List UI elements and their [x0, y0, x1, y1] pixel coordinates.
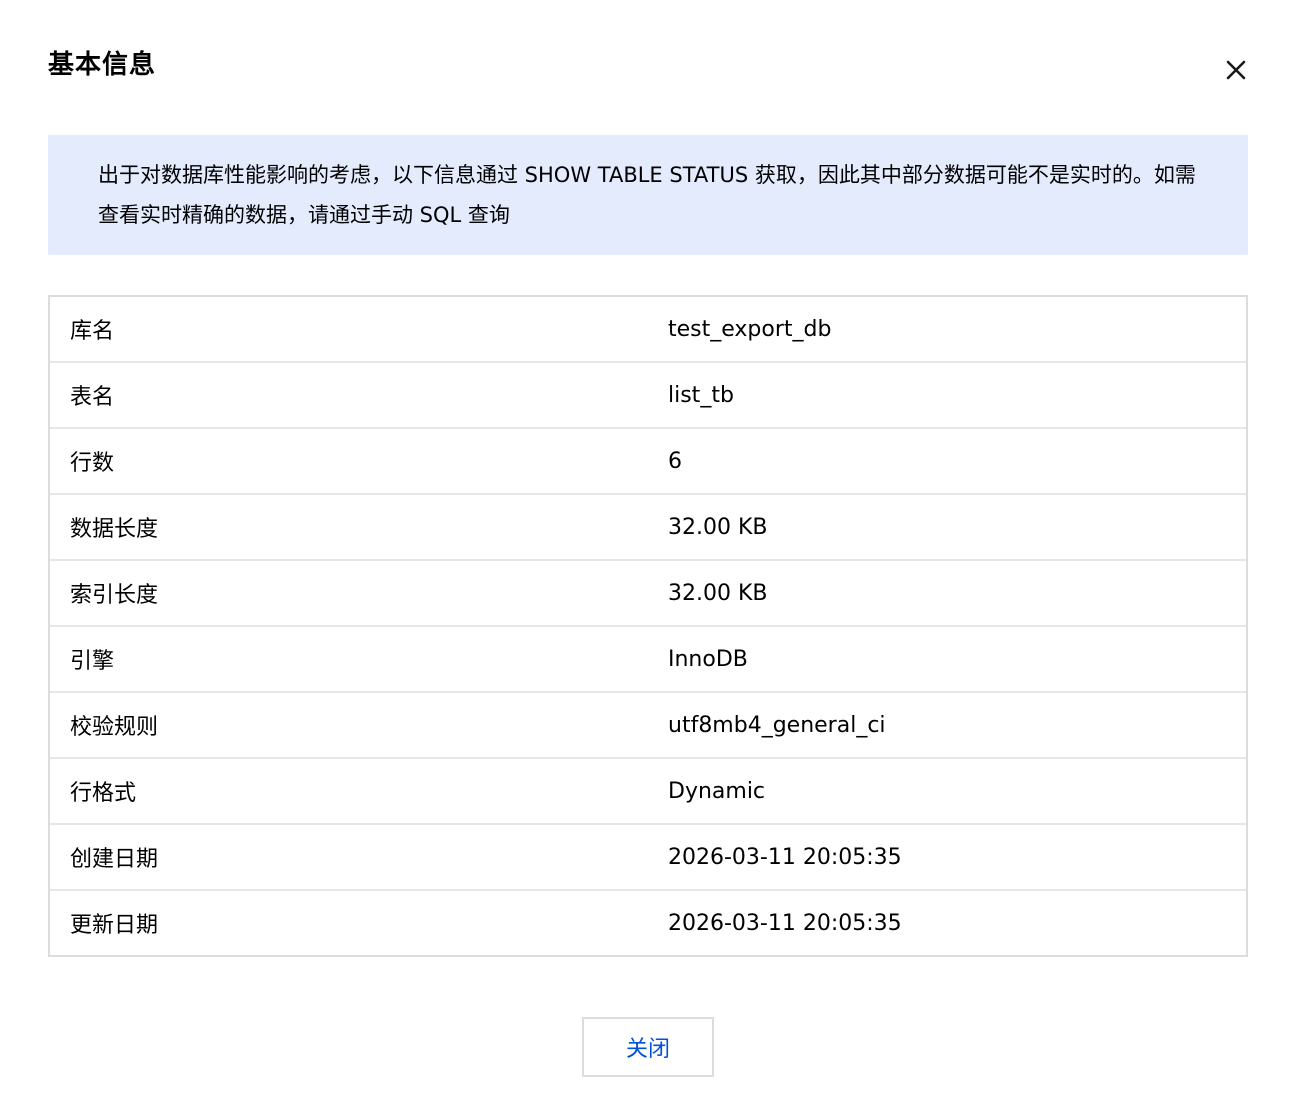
table-row: 行格式 Dynamic	[50, 759, 1246, 825]
basic-info-dialog: 基本信息 出于对数据库性能影响的考虑，以下信息通过 SHOW TABLE STA…	[0, 0, 1290, 1114]
row-value: Dynamic	[668, 778, 766, 804]
row-value: 2026-03-11 20:05:35	[668, 844, 902, 870]
table-row: 更新日期 2026-03-11 20:05:35	[50, 891, 1246, 955]
row-value: 6	[668, 448, 682, 474]
table-row: 数据长度 32.00 KB	[50, 495, 1246, 561]
row-value: list_tb	[668, 382, 734, 408]
row-key: 数据长度	[70, 517, 159, 542]
table-row: 索引长度 32.00 KB	[50, 561, 1246, 627]
row-value: 32.00 KB	[668, 580, 768, 606]
row-key: 更新日期	[70, 913, 159, 938]
row-key: 索引长度	[70, 583, 159, 608]
info-table: 库名 test_export_db 表名 list_tb 行数 6 数据长度 3…	[48, 295, 1248, 957]
table-row: 引擎 InnoDB	[50, 627, 1246, 693]
row-key: 表名	[70, 385, 115, 410]
row-value: InnoDB	[668, 646, 748, 672]
row-key: 校验规则	[70, 715, 159, 740]
row-value: 2026-03-11 20:05:35	[668, 910, 902, 936]
close-icon	[1226, 60, 1246, 80]
info-notice: 出于对数据库性能影响的考虑，以下信息通过 SHOW TABLE STATUS 获…	[48, 135, 1248, 255]
row-key: 行数	[70, 451, 115, 476]
close-dialog-button[interactable]: 关闭	[582, 1017, 714, 1077]
dialog-title: 基本信息	[48, 50, 157, 80]
row-value: test_export_db	[668, 316, 832, 342]
row-key: 创建日期	[70, 847, 159, 872]
table-row: 创建日期 2026-03-11 20:05:35	[50, 825, 1246, 891]
close-button[interactable]	[1218, 52, 1254, 88]
row-key: 库名	[70, 319, 115, 344]
row-key: 行格式	[70, 781, 137, 806]
table-row: 校验规则 utf8mb4_general_ci	[50, 693, 1246, 759]
row-key: 引擎	[70, 649, 115, 674]
table-row: 行数 6	[50, 429, 1246, 495]
table-row: 表名 list_tb	[50, 363, 1246, 429]
table-row: 库名 test_export_db	[50, 297, 1246, 363]
notice-text: 出于对数据库性能影响的考虑，以下信息通过 SHOW TABLE STATUS 获…	[98, 163, 1196, 227]
row-value: 32.00 KB	[668, 514, 768, 540]
row-value: utf8mb4_general_ci	[668, 712, 886, 738]
